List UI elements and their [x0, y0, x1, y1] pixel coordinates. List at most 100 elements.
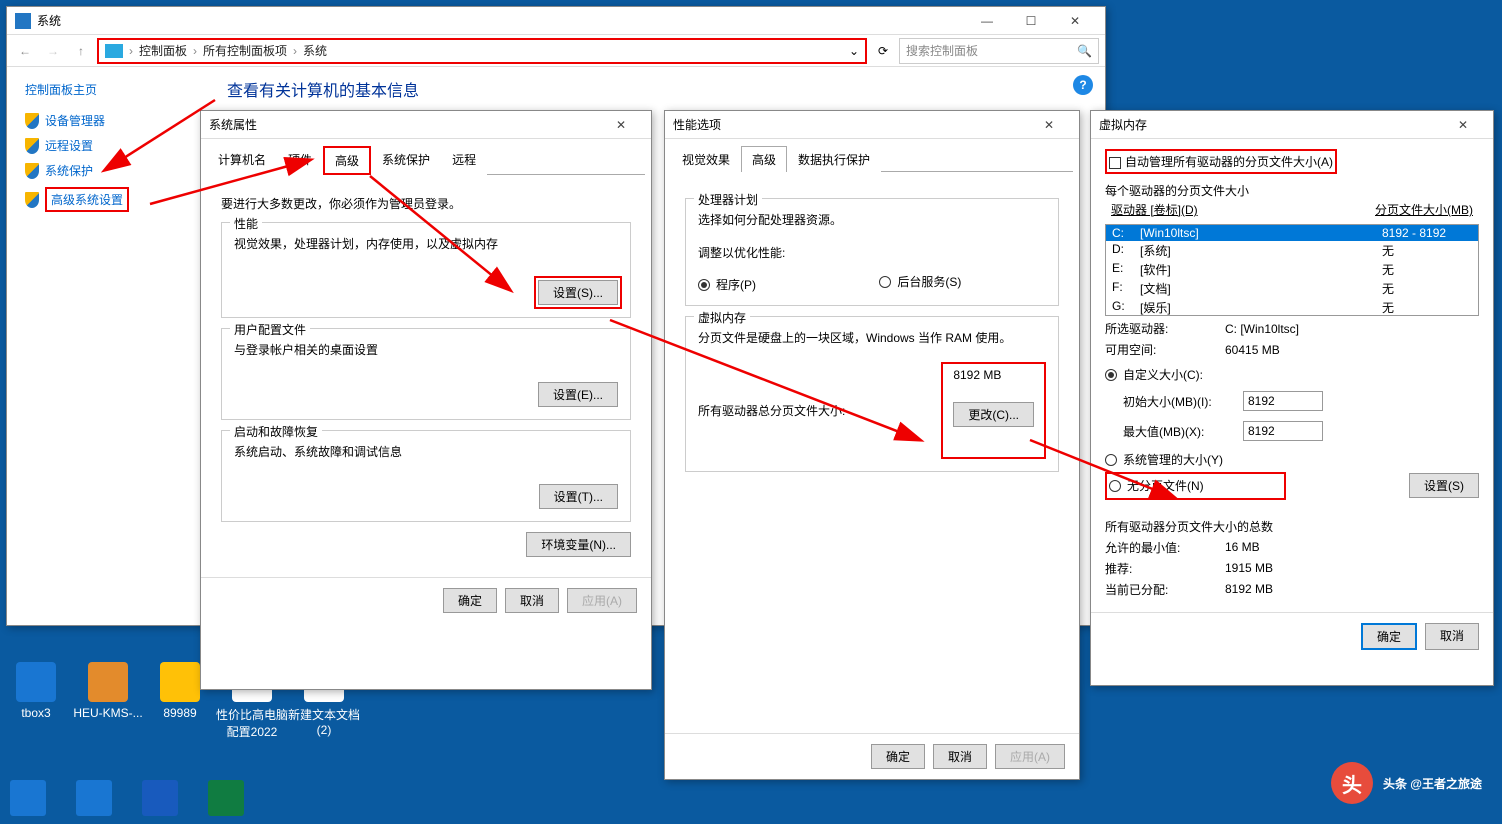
virtual-memory-dialog: 虚拟内存 ✕ 自动管理所有驱动器的分页文件大小(A) 每个驱动器的分页文件大小 …	[1090, 110, 1494, 686]
watermark: 头 头条 @王者之旅途	[1331, 762, 1482, 804]
search-icon[interactable]: 🔍	[1077, 44, 1092, 58]
processor-scheduling-group: 处理器计划 选择如何分配处理器资源。 调整以优化性能: 程序(P) 后台服务(S…	[685, 198, 1059, 306]
search-input[interactable]: 搜索控制面板 🔍	[899, 38, 1099, 64]
nav-bar: ← → ↑ › 控制面板 › 所有控制面板项 › 系统 ⌄ ⟳ 搜索控制面板 🔍	[7, 35, 1105, 67]
watermark-icon: 头	[1331, 762, 1373, 804]
admin-note: 要进行大多数更改，你必须作为管理员登录。	[221, 195, 631, 212]
shield-icon	[25, 138, 39, 154]
desktop-icon[interactable]: tbox3	[0, 662, 72, 740]
auto-manage-checkbox[interactable]: 自动管理所有驱动器的分页文件大小(A)	[1105, 149, 1337, 174]
app-icon[interactable]	[142, 780, 178, 816]
min-value: 16 MB	[1225, 540, 1260, 554]
shield-icon	[25, 192, 39, 208]
vm-change-button[interactable]: 更改(C)...	[953, 402, 1034, 427]
drive-row[interactable]: E:[软件]无	[1106, 260, 1478, 279]
remote-settings-link[interactable]: 远程设置	[25, 137, 189, 154]
dialog-title: 虚拟内存	[1099, 116, 1441, 133]
up-button[interactable]: ↑	[69, 39, 93, 63]
ok-button[interactable]: 确定	[871, 744, 925, 769]
vm-total-highlight: 8192 MB 更改(C)...	[941, 362, 1046, 459]
user-profile-group: 用户配置文件 与登录帐户相关的桌面设置 设置(E)...	[221, 328, 631, 420]
back-button[interactable]: ←	[13, 39, 37, 63]
current-value: 8192 MB	[1225, 582, 1273, 596]
tab-dep[interactable]: 数据执行保护	[787, 146, 881, 172]
tab-computer-name[interactable]: 计算机名	[207, 146, 277, 175]
tabs: 计算机名 硬件 高级 系统保护 远程	[207, 145, 645, 175]
cancel-button[interactable]: 取消	[933, 744, 987, 769]
breadcrumb-item[interactable]: 所有控制面板项	[203, 42, 287, 59]
pc-icon	[105, 44, 123, 58]
tab-advanced[interactable]: 高级	[741, 146, 787, 172]
initial-size-input[interactable]	[1243, 391, 1323, 411]
sidebar: 控制面板主页 设备管理器 远程设置 系统保护 高级系统设置	[7, 67, 207, 625]
background-radio[interactable]: 后台服务(S)	[879, 273, 961, 290]
set-button[interactable]: 设置(S)	[1409, 473, 1479, 498]
performance-group: 性能 视觉效果，处理器计划，内存使用，以及虚拟内存 设置(S)...	[221, 222, 631, 318]
close-button[interactable]: ✕	[599, 111, 643, 139]
shield-icon	[25, 113, 39, 129]
app-icon[interactable]	[76, 780, 112, 816]
max-size-input[interactable]	[1243, 421, 1323, 441]
close-button[interactable]: ✕	[1027, 111, 1071, 139]
system-managed-radio[interactable]: 系统管理的大小(Y)	[1105, 451, 1479, 468]
drive-row[interactable]: C:[Win10ltsc]8192 - 8192	[1106, 225, 1478, 241]
startup-recovery-group: 启动和故障恢复 系统启动、系统故障和调试信息 设置(T)...	[221, 430, 631, 522]
dialog-title: 性能选项	[673, 116, 1027, 133]
close-button[interactable]: ✕	[1441, 111, 1485, 139]
startup-settings-button[interactable]: 设置(T)...	[539, 484, 618, 509]
recommended-value: 1915 MB	[1225, 561, 1273, 575]
desktop-icon[interactable]: HEU-KMS-...	[72, 662, 144, 740]
device-manager-link[interactable]: 设备管理器	[25, 112, 189, 129]
taskbar-icons	[0, 780, 244, 816]
tab-system-protection[interactable]: 系统保护	[371, 146, 441, 175]
window-title: 系统	[37, 12, 965, 29]
breadcrumb-item[interactable]: 系统	[303, 42, 327, 59]
control-panel-home-link[interactable]: 控制面板主页	[25, 81, 189, 98]
drive-row[interactable]: D:[系统]无	[1106, 241, 1478, 260]
dialog-footer: 确定 取消 应用(A)	[201, 577, 651, 623]
system-properties-dialog: 系统属性 ✕ 计算机名 硬件 高级 系统保护 远程 要进行大多数更改，你必须作为…	[200, 110, 652, 690]
ok-button[interactable]: 确定	[1361, 623, 1417, 650]
drive-list[interactable]: C:[Win10ltsc]8192 - 8192 D:[系统]无 E:[软件]无…	[1105, 224, 1479, 316]
cancel-button[interactable]: 取消	[1425, 623, 1479, 650]
tab-advanced[interactable]: 高级	[323, 146, 371, 175]
custom-size-radio[interactable]: 自定义大小(C):	[1105, 366, 1203, 383]
app-icon[interactable]	[10, 780, 46, 816]
programs-radio[interactable]: 程序(P)	[698, 276, 756, 293]
tab-visual-effects[interactable]: 视觉效果	[671, 146, 741, 172]
minimize-button[interactable]: —	[965, 7, 1009, 35]
no-paging-radio[interactable]: 无分页文件(N)	[1109, 477, 1204, 494]
selected-drive-value: C: [Win10ltsc]	[1225, 322, 1299, 336]
performance-options-dialog: 性能选项 ✕ 视觉效果 高级 数据执行保护 处理器计划 选择如何分配处理器资源。…	[664, 110, 1080, 780]
tab-hardware[interactable]: 硬件	[277, 146, 323, 175]
app-icon[interactable]	[208, 780, 244, 816]
forward-button: →	[41, 39, 65, 63]
totals-heading: 所有驱动器分页文件大小的总数	[1105, 518, 1479, 535]
profile-settings-button[interactable]: 设置(E)...	[538, 382, 618, 407]
drive-row[interactable]: G:[娱乐]无	[1106, 298, 1478, 316]
help-icon[interactable]: ?	[1073, 75, 1093, 95]
advanced-system-settings-link[interactable]: 高级系统设置	[25, 187, 189, 212]
tab-remote[interactable]: 远程	[441, 146, 487, 175]
apply-button[interactable]: 应用(A)	[995, 744, 1065, 769]
drive-row[interactable]: F:[文档]无	[1106, 279, 1478, 298]
close-button[interactable]: ✕	[1053, 7, 1097, 35]
address-bar[interactable]: › 控制面板 › 所有控制面板项 › 系统 ⌄	[97, 38, 867, 64]
system-icon	[15, 13, 31, 29]
apply-button[interactable]: 应用(A)	[567, 588, 637, 613]
dropdown-icon[interactable]: ⌄	[849, 44, 859, 58]
env-vars-button[interactable]: 环境变量(N)...	[526, 532, 631, 557]
cancel-button[interactable]: 取消	[505, 588, 559, 613]
shield-icon	[25, 163, 39, 179]
titlebar[interactable]: 系统 — ☐ ✕	[7, 7, 1105, 35]
maximize-button[interactable]: ☐	[1009, 7, 1053, 35]
system-protection-link[interactable]: 系统保护	[25, 162, 189, 179]
available-space-value: 60415 MB	[1225, 343, 1280, 357]
virtual-memory-group: 虚拟内存 分页文件是硬盘上的一块区域，Windows 当作 RAM 使用。 所有…	[685, 316, 1059, 472]
each-drive-label: 每个驱动器的分页文件大小	[1105, 182, 1479, 199]
breadcrumb-item[interactable]: 控制面板	[139, 42, 187, 59]
performance-settings-button[interactable]: 设置(S)...	[538, 280, 618, 305]
ok-button[interactable]: 确定	[443, 588, 497, 613]
refresh-button[interactable]: ⟳	[871, 44, 895, 58]
dialog-title: 系统属性	[209, 116, 599, 133]
